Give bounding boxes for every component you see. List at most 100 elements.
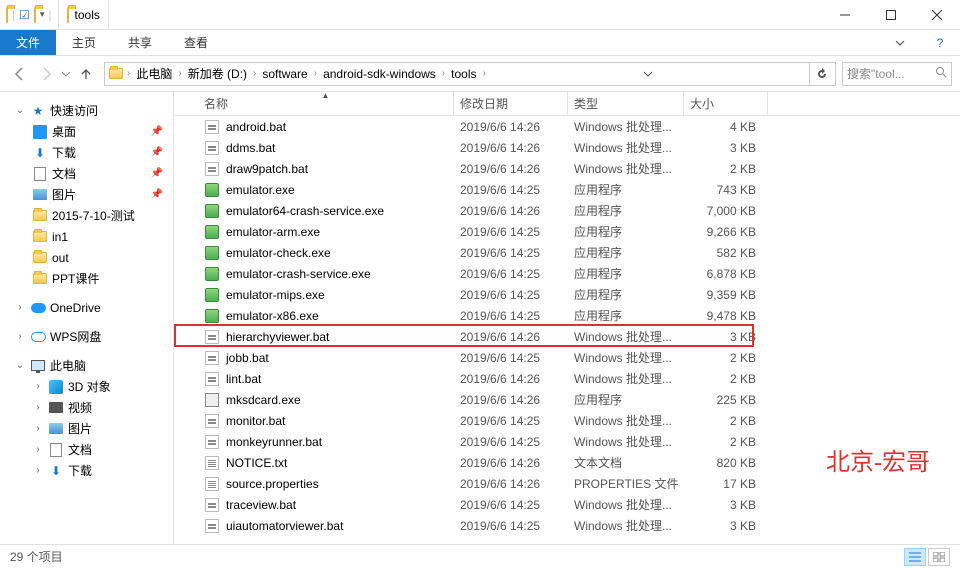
file-name: ddms.bat — [226, 141, 275, 155]
address-bar[interactable]: › 此电脑 › 新加卷 (D:) › software › android-sd… — [104, 62, 836, 86]
file-row[interactable]: jobb.bat 2019/6/6 14:25 Windows 批处理... 2… — [174, 347, 960, 368]
chevron-right-icon[interactable]: › — [312, 68, 319, 79]
file-row[interactable]: source.properties 2019/6/6 14:26 PROPERT… — [174, 473, 960, 494]
file-icon — [204, 455, 220, 471]
file-row[interactable]: uiautomatorviewer.bat 2019/6/6 14:25 Win… — [174, 515, 960, 536]
breadcrumb-item[interactable]: 新加卷 (D:) — [184, 63, 251, 85]
breadcrumb-item[interactable]: 此电脑 — [132, 63, 176, 85]
forward-button[interactable] — [34, 62, 58, 86]
column-name[interactable]: ▲名称 — [198, 92, 454, 115]
file-date: 2019/6/6 14:25 — [454, 183, 568, 197]
sidebar-item[interactable]: ›视频 — [0, 397, 173, 418]
chevron-right-icon[interactable]: › — [440, 68, 447, 79]
file-row[interactable]: emulator-arm.exe 2019/6/6 14:25 应用程序 9,2… — [174, 221, 960, 242]
history-dropdown[interactable] — [60, 70, 72, 78]
search-input[interactable]: 搜索"tool... — [842, 62, 952, 86]
checkbox-icon[interactable]: ☑ — [19, 8, 30, 22]
details-view-button[interactable] — [904, 548, 926, 566]
sidebar-item[interactable]: 2015-7-10-测试 — [0, 205, 173, 226]
sort-asc-icon: ▲ — [322, 91, 330, 100]
breadcrumb-item[interactable]: android-sdk-windows — [319, 63, 440, 85]
file-row[interactable]: emulator.exe 2019/6/6 14:25 应用程序 743 KB — [174, 179, 960, 200]
sidebar-wps[interactable]: › WPS网盘 — [0, 326, 173, 347]
sidebar-item[interactable]: PPT课件 — [0, 268, 173, 289]
address-dropdown[interactable] — [636, 63, 660, 85]
tab-home[interactable]: 主页 — [56, 30, 112, 55]
chevron-right-icon[interactable]: › — [32, 381, 44, 392]
close-button[interactable] — [914, 0, 960, 30]
column-type[interactable]: 类型 — [568, 92, 684, 115]
breadcrumb-item[interactable]: software — [258, 63, 311, 85]
chevron-right-icon[interactable]: › — [251, 68, 258, 79]
file-icon — [204, 329, 220, 345]
sidebar-item[interactable]: 桌面📌 — [0, 121, 173, 142]
sidebar-item[interactable]: out — [0, 247, 173, 268]
file-row[interactable]: android.bat 2019/6/6 14:26 Windows 批处理..… — [174, 116, 960, 137]
back-button[interactable] — [8, 62, 32, 86]
file-row[interactable]: hierarchyviewer.bat 2019/6/6 14:26 Windo… — [174, 326, 960, 347]
chevron-right-icon[interactable]: › — [32, 444, 44, 455]
file-row[interactable]: monkeyrunner.bat 2019/6/6 14:25 Windows … — [174, 431, 960, 452]
chevron-down-icon[interactable]: ⌄ — [14, 105, 26, 116]
file-tab[interactable]: 文件 — [0, 30, 56, 55]
column-date[interactable]: 修改日期 — [454, 92, 568, 115]
sidebar-item[interactable]: 文档📌 — [0, 163, 173, 184]
refresh-button[interactable] — [809, 63, 833, 85]
sidebar-item[interactable]: ›图片 — [0, 418, 173, 439]
chevron-right-icon[interactable]: › — [32, 423, 44, 434]
chevron-right-icon[interactable]: › — [14, 302, 26, 313]
sidebar-item[interactable]: 图片📌 — [0, 184, 173, 205]
file-row[interactable]: ddms.bat 2019/6/6 14:26 Windows 批处理... 3… — [174, 137, 960, 158]
file-name: emulator.exe — [226, 183, 295, 197]
chevron-right-icon[interactable]: › — [32, 465, 44, 476]
chevron-right-icon[interactable]: › — [14, 331, 26, 342]
chevron-right-icon[interactable]: › — [32, 402, 44, 413]
file-row[interactable]: traceview.bat 2019/6/6 14:25 Windows 批处理… — [174, 494, 960, 515]
file-date: 2019/6/6 14:26 — [454, 330, 568, 344]
chevron-right-icon[interactable]: › — [176, 68, 183, 79]
window-title-tab: tools — [58, 0, 109, 29]
tab-view[interactable]: 查看 — [168, 30, 224, 55]
file-row[interactable]: NOTICE.txt 2019/6/6 14:26 文本文档 820 KB — [174, 452, 960, 473]
sidebar-label: WPS网盘 — [50, 328, 101, 345]
file-row[interactable]: draw9patch.bat 2019/6/6 14:26 Windows 批处… — [174, 158, 960, 179]
file-name: emulator64-crash-service.exe — [226, 204, 384, 218]
column-size[interactable]: 大小 — [684, 92, 768, 115]
file-row[interactable]: emulator-x86.exe 2019/6/6 14:25 应用程序 9,4… — [174, 305, 960, 326]
chevron-right-icon[interactable]: › — [125, 68, 132, 79]
file-row[interactable]: lint.bat 2019/6/6 14:26 Windows 批处理... 2… — [174, 368, 960, 389]
file-row[interactable]: emulator-mips.exe 2019/6/6 14:25 应用程序 9,… — [174, 284, 960, 305]
file-name: android.bat — [226, 120, 286, 134]
sidebar-label: OneDrive — [50, 301, 101, 315]
breadcrumb-item[interactable]: tools — [447, 63, 480, 85]
file-row[interactable]: mksdcard.exe 2019/6/6 14:26 应用程序 225 KB — [174, 389, 960, 410]
up-button[interactable] — [74, 62, 98, 86]
sidebar-item[interactable]: ›⬇下载 — [0, 460, 173, 481]
sidebar-item[interactable]: ›3D 对象 — [0, 376, 173, 397]
folder-icon — [107, 68, 125, 79]
minimize-button[interactable] — [822, 0, 868, 30]
file-date: 2019/6/6 14:25 — [454, 267, 568, 281]
file-row[interactable]: emulator-crash-service.exe 2019/6/6 14:2… — [174, 263, 960, 284]
chevron-right-icon[interactable]: › — [481, 68, 488, 79]
sidebar-quick-access[interactable]: ⌄ ★ 快速访问 — [0, 100, 173, 121]
chevron-down-icon[interactable]: ⌄ — [14, 360, 26, 371]
file-row[interactable]: emulator-check.exe 2019/6/6 14:25 应用程序 5… — [174, 242, 960, 263]
help-button[interactable]: ? — [920, 30, 960, 55]
file-row[interactable]: monitor.bat 2019/6/6 14:25 Windows 批处理..… — [174, 410, 960, 431]
qat-item-icon[interactable] — [34, 8, 36, 22]
sidebar-item[interactable]: ⬇下载📌 — [0, 142, 173, 163]
sidebar-this-pc[interactable]: ⌄ 此电脑 — [0, 355, 173, 376]
sidebar-item[interactable]: ›文档 — [0, 439, 173, 460]
file-list[interactable]: android.bat 2019/6/6 14:26 Windows 批处理..… — [174, 116, 960, 544]
thumbnails-view-button[interactable] — [928, 548, 950, 566]
maximize-button[interactable] — [868, 0, 914, 30]
file-row[interactable]: emulator64-crash-service.exe 2019/6/6 14… — [174, 200, 960, 221]
qat-overflow-icon[interactable]: ▾ — [40, 9, 45, 20]
sidebar-item[interactable]: in1 — [0, 226, 173, 247]
sidebar-onedrive[interactable]: › OneDrive — [0, 297, 173, 318]
file-type: PROPERTIES 文件 — [568, 475, 684, 492]
file-type: Windows 批处理... — [568, 118, 684, 135]
ribbon-expand-button[interactable] — [880, 30, 920, 55]
tab-share[interactable]: 共享 — [112, 30, 168, 55]
